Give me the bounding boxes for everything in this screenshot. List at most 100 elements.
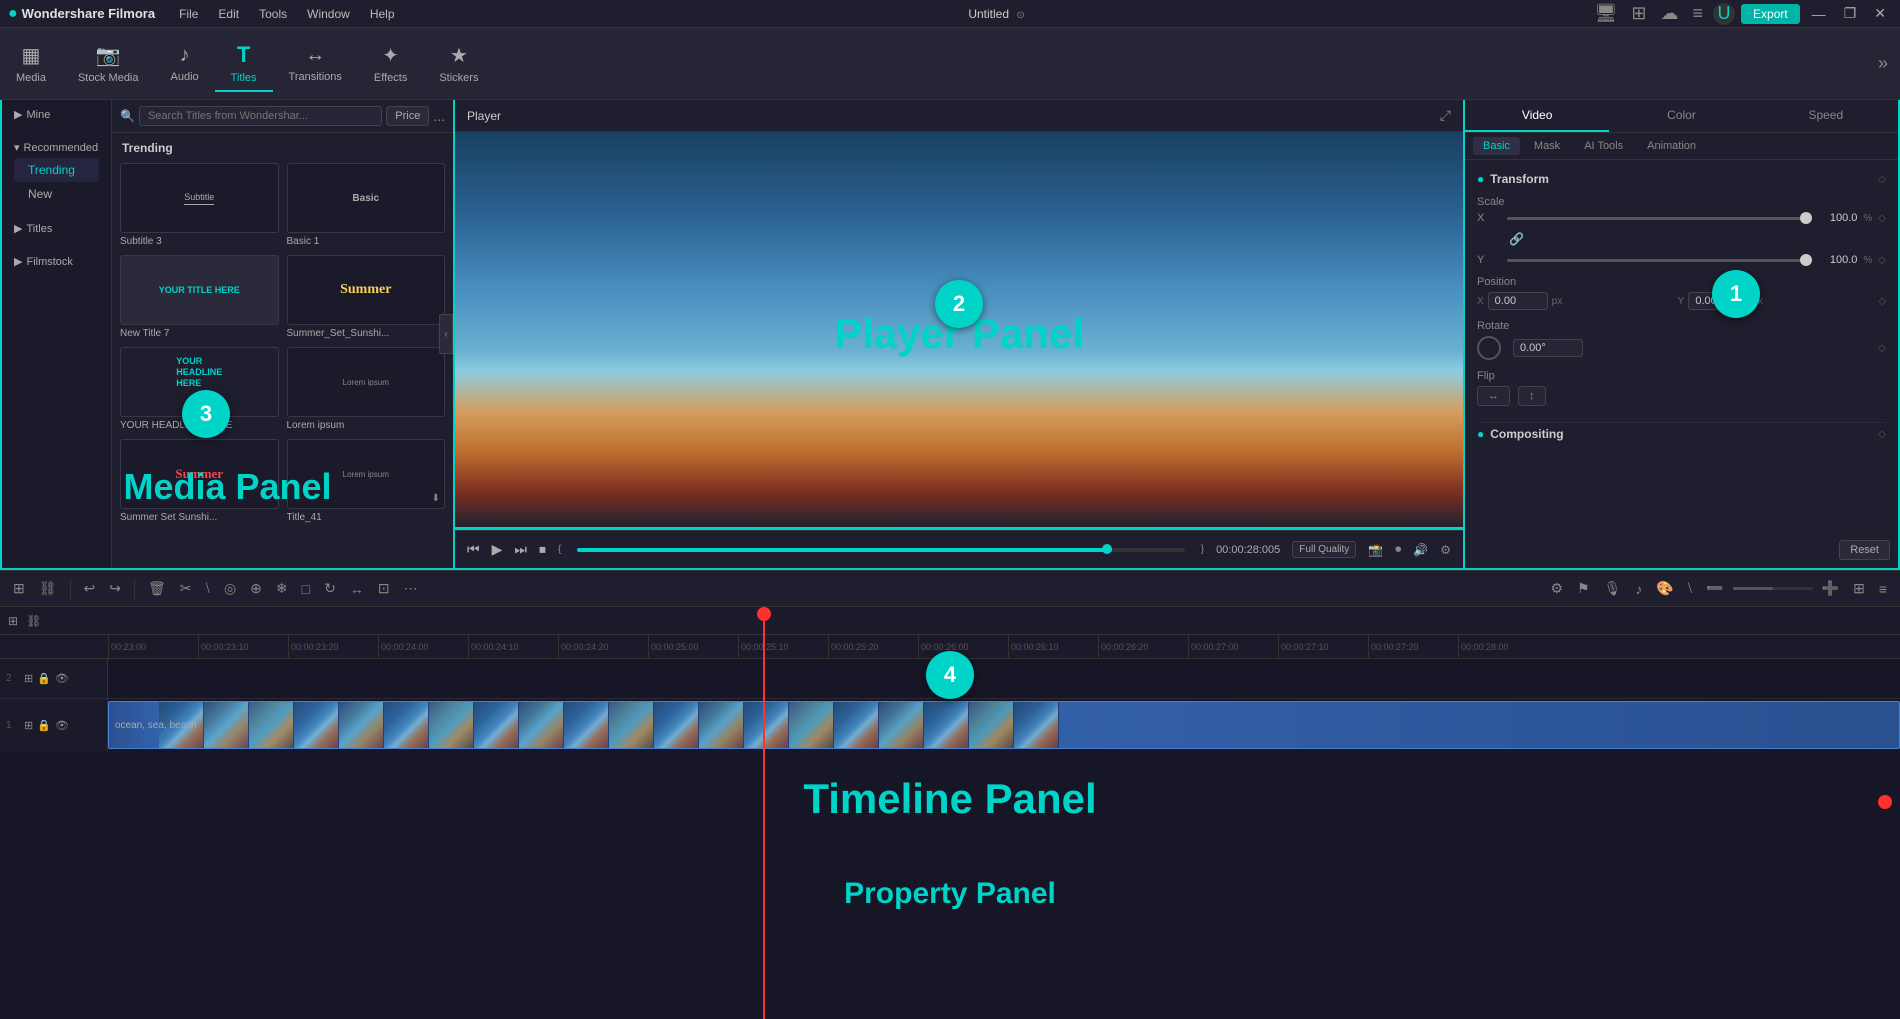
zoom-slider[interactable] [1733,587,1813,590]
tl-cut[interactable]: ✂ [175,577,197,600]
scale-x-slider[interactable] [1507,217,1806,220]
tl-split[interactable]: ⧵ [201,577,215,600]
position-keyframe[interactable]: ◇ [1878,296,1886,307]
tl-motion[interactable]: ↔ [345,578,369,600]
minimize-button[interactable]: — [1806,6,1832,22]
track-add-btn-1[interactable]: ⊞ [24,719,33,732]
tool-media[interactable]: ▦ Media [0,37,62,90]
tool-audio[interactable]: ♪ Audio [155,38,215,89]
mark-out[interactable]: } [1201,544,1204,555]
settings-icon[interactable]: ⚙ [1440,543,1451,557]
scale-y-keyframe[interactable]: ◇ [1878,255,1886,266]
export-button[interactable]: Export [1741,4,1800,24]
scale-x-keyframe[interactable]: ◇ [1878,213,1886,224]
price-filter[interactable]: Price [386,106,429,126]
mark-in[interactable]: { [558,544,561,555]
tl-redo[interactable]: ↪ [104,577,126,600]
tl-grid[interactable]: ⊞ [1848,577,1870,600]
menu-tools[interactable]: Tools [251,5,295,23]
track-eye-2[interactable]: 👁 [55,672,69,685]
tab-video[interactable]: Video [1465,100,1609,132]
quality-button[interactable]: Full Quality [1292,541,1356,558]
subtab-mask[interactable]: Mask [1524,137,1570,155]
tl-freeze[interactable]: ❄ [271,577,293,600]
track-lock-2[interactable]: 🔒 [37,672,51,685]
tl-more[interactable]: ⋯ [399,577,423,600]
tl-stabilize[interactable]: ⊡ [373,577,395,600]
menu-file[interactable]: File [171,5,206,23]
sidebar-trending[interactable]: Trending [14,158,99,182]
tl-color[interactable]: 🎨 [1651,577,1678,600]
toolbar-expand[interactable]: » [1866,53,1900,74]
tl-flag[interactable]: ⚑ [1572,577,1595,600]
position-x-input[interactable] [1488,292,1548,310]
tool-effects[interactable]: ✦ Effects [358,37,423,90]
sidebar-new[interactable]: New [14,182,99,206]
thumb-summer-sunshi[interactable]: Summer Summer_Set_Sunshi... [287,255,446,339]
track-add-icon[interactable]: ⊞ [8,614,18,628]
tl-mic[interactable]: 🎙 [1599,577,1627,600]
flip-v-button[interactable]: ↕ [1518,386,1546,406]
thumb-title41[interactable]: Lorem ipsum ⬇ Title_41 [287,439,446,523]
track-link-icon[interactable]: ⛓ [26,614,41,628]
thumb-lorem1[interactable]: Lorem ipsum Lorem ipsum [287,347,446,431]
progress-bar[interactable] [577,548,1184,552]
transform-toggle[interactable]: ● [1477,172,1484,186]
tl-settings[interactable]: ⚙ [1545,577,1568,600]
zoom-out[interactable]: ➖ [1701,577,1728,600]
tl-undo[interactable]: ↩ [79,577,101,600]
video-clip[interactable]: ocean, sea, beach [108,701,1900,749]
sidebar-mine[interactable]: ▶ Mine [14,108,99,121]
subtab-animation[interactable]: Animation [1637,137,1706,155]
tl-delete[interactable]: 🗑 [143,577,171,600]
thumb-basic1[interactable]: Basic Basic 1 [287,163,446,247]
tl-audio[interactable]: ♪ [1630,578,1647,600]
track-add-btn-2[interactable]: ⊞ [24,672,33,685]
rotate-keyframe[interactable]: ◇ [1878,343,1886,354]
tl-group[interactable]: ◎ [219,577,241,600]
tool-stickers[interactable]: ★ Stickers [423,37,494,90]
thumb-summer2[interactable]: Summer Summer Set Sunshi... [120,439,279,523]
skip-back-button[interactable]: ⏮ [467,541,480,558]
rotate-wheel[interactable] [1477,336,1501,360]
tl-speed[interactable]: ⊕ [245,577,267,600]
maximize-button[interactable]: ❐ [1838,5,1863,22]
skip-fwd-button[interactable]: ⏭ [514,541,527,558]
flip-h-button[interactable]: ↔ [1477,386,1510,406]
sidebar-recommended-toggle[interactable]: ▾ Recommended [14,141,99,154]
subtab-basic[interactable]: Basic [1473,137,1520,155]
compositing-toggle[interactable]: ● [1477,427,1484,441]
compositing-keyframe[interactable]: ◇ [1878,429,1886,440]
tl-add-track[interactable]: ⊞ [8,577,30,600]
record-icon[interactable]: ⏺ [1395,542,1401,557]
tl-rotate[interactable]: ↻ [319,577,341,600]
menu-edit[interactable]: Edit [210,5,247,23]
menu-help[interactable]: Help [362,5,403,23]
thumb-subtitle3[interactable]: Subtitle Subtitle 3 [120,163,279,247]
collapse-media[interactable]: ‹ [439,314,453,354]
tool-stock-media[interactable]: 📷 Stock Media [62,37,155,90]
track-lock-1[interactable]: 🔒 [37,719,51,732]
tool-titles[interactable]: T Titles [215,36,273,92]
search-input[interactable] [139,106,382,126]
tool-transitions[interactable]: ↔ Transitions [273,38,358,89]
scale-y-slider[interactable] [1507,259,1806,262]
transform-keyframe[interactable]: ◇ [1878,174,1886,185]
volume-icon[interactable]: 🔊 [1413,543,1428,557]
player-fullscreen-icon[interactable]: ⤢ [1440,107,1451,124]
tl-link[interactable]: ⛓ [34,577,62,600]
tl-split2[interactable]: ⧵ [1683,577,1697,600]
screenshot-icon[interactable]: 📸 [1368,543,1383,557]
subtab-ai-tools[interactable]: AI Tools [1574,137,1633,155]
tab-speed[interactable]: Speed [1754,100,1898,132]
stop-button[interactable]: ⏹ [539,541,546,558]
menu-window[interactable]: Window [299,5,358,23]
sidebar-titles[interactable]: ▶ Titles [14,222,99,235]
play-button[interactable]: ▶ [492,541,503,558]
more-options[interactable]: ... [433,108,445,124]
sidebar-filmstock[interactable]: ▶ Filmstock [14,255,99,268]
track-eye-1[interactable]: 👁 [55,719,69,732]
tl-crop[interactable]: □ [297,578,315,600]
tl-menu[interactable]: ≡ [1874,578,1892,600]
thumb-newtitle7[interactable]: YOUR TITLE HERE New Title 7 [120,255,279,339]
